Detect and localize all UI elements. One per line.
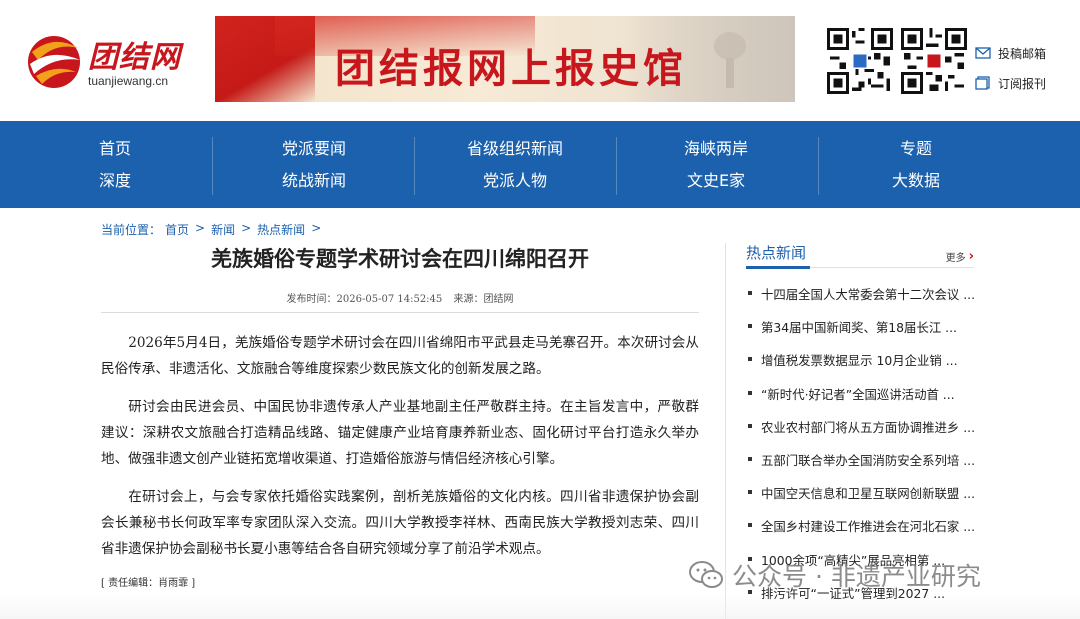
hot-news-item-text: 增值税发票数据显示 10月企业销 ... [761,353,958,369]
nav-item-united-front-news[interactable]: 统战新闻 [254,166,374,196]
site-logo[interactable]: 团结网 tuanjiewang.cn [26,30,196,92]
hot-news-item-text: 中国空天信息和卫星互联网创新联盟 ... [761,486,974,502]
breadcrumb-home[interactable]: 首页 [165,221,189,238]
article-title: 羌族婚俗专题学术研讨会在四川绵阳召开 [211,246,589,271]
bullet-icon [748,324,752,329]
hot-news-item-text: “新时代·好记者”全国巡讲活动首 ... [761,386,955,402]
header-quick-links: 投稿邮箱 订阅报刊 [975,38,1046,98]
breadcrumb-hot-news[interactable]: 热点新闻 [257,221,305,238]
microphone-icon [714,32,746,88]
bottom-fade [0,595,1080,619]
submission-email-link[interactable]: 投稿邮箱 [975,38,1046,68]
hot-news-item-text: 第34届中国新闻奖、第18届长江 ... [761,320,957,336]
nav-item-big-data[interactable]: 大数据 [856,166,976,196]
subscribe-link[interactable]: 订阅报刊 [975,68,1046,98]
wechat-icon [689,561,723,588]
article-divider [101,312,699,313]
hot-news-item[interactable]: 中国空天信息和卫星互联网创新联盟 ... [746,484,974,517]
hot-news-underline [746,266,810,269]
submission-email-label: 投稿邮箱 [998,46,1047,61]
subscribe-label: 订阅报刊 [998,76,1047,91]
nav-item-culture-history[interactable]: 文史E家 [656,166,776,196]
bullet-icon [748,390,752,395]
nav-item-home[interactable]: 首页 [70,134,160,164]
mail-icon [975,47,991,59]
breadcrumb: 当前位置： 首页 > 新闻 > 热点新闻 > [101,221,323,238]
hot-news-item-text: 全国乡村建设工作推进会在河北石家 ... [761,519,974,535]
logo-emblem-icon [28,36,80,88]
article-source: 来源：团结网 [453,294,514,305]
bullet-icon [748,291,752,295]
qr-code-wechat [827,28,893,94]
hot-news-item[interactable]: 十四届全国人大常委会第十二次会议 ... [746,285,974,318]
bullet-icon [748,456,752,461]
hot-news-item[interactable]: 增值税发票数据显示 10月企业销 ... [746,351,974,384]
logo-chinese-name: 团结网 [88,40,181,75]
hot-news-title: 热点新闻 [746,244,807,262]
breadcrumb-separator: > [241,221,252,235]
nav-item-topics[interactable]: 专题 [856,134,976,164]
nav-divider [616,137,617,195]
hot-news-item-text: 五部门联合举办全国消防安全系列培 ... [761,452,974,468]
nav-item-depth[interactable]: 深度 [70,166,160,196]
logo-domain: tuanjiewang.cn [88,74,169,88]
chevron-right-icon: › [968,249,974,264]
breadcrumb-separator: > [195,221,206,235]
bullet-icon [748,490,752,495]
article-body: 2026年5月4日，羌族婚俗专题学术研讨会在四川省绵阳市平武县走马羌寨召开。本次… [101,330,699,562]
hot-news-item[interactable]: 全国乡村建设工作推进会在河北石家 ... [746,517,974,550]
watermark-text: 公众号 · 非遗产业研究 [732,562,981,591]
nav-item-party-news[interactable]: 党派要闻 [254,134,374,164]
nav-item-cross-strait[interactable]: 海峡两岸 [656,134,776,164]
subscribe-icon [975,76,990,90]
history-museum-banner[interactable]: 团结报网上报史馆 [215,16,795,102]
hot-news-header: 热点新闻 更多 › [746,240,974,270]
article-paragraph: 研讨会由民进会员、中国民协非遗传承人产业基地副主任严敬群主持。在主旨发言中，严敬… [101,399,699,467]
nav-item-party-figures[interactable]: 党派人物 [455,166,575,196]
article-paragraph: 2026年5月4日，羌族婚俗专题学术研讨会在四川省绵阳市平武县走马羌寨召开。本次… [101,335,699,377]
hot-news-item-text: 十四届全国人大常委会第十二次会议 ... [761,287,974,302]
main-navigation: 首页 党派要闻 省级组织新闻 海峡两岸 专题 深度 统战新闻 党派人物 文史E家… [0,121,1080,208]
nav-item-provincial-news[interactable]: 省级组织新闻 [455,134,575,164]
nav-divider [212,137,213,195]
hot-news-item[interactable]: 五部门联合举办全国消防安全系列培 ... [746,451,974,484]
breadcrumb-separator: > [311,221,322,235]
bullet-icon [748,357,752,362]
banner-title: 团结报网上报史馆 [335,45,687,92]
site-header: 团结网 tuanjiewang.cn 团结报网上报史馆 投稿邮箱 订阅报刊 [0,0,1080,120]
article: 羌族婚俗专题学术研讨会在四川绵阳召开 发布时间：2026-05-07 14:52… [101,243,699,589]
bullet-icon [748,523,752,528]
nav-divider [818,137,819,195]
qr-code-app [901,28,967,94]
article-paragraph: 在研讨会上，与会专家依托婚俗实践案例，剖析羌族婚俗的文化内核。四川省非遗保护协会… [101,489,699,557]
bullet-icon [748,423,752,428]
hot-news-item[interactable]: 第34届中国新闻奖、第18届长江 ... [746,318,974,351]
wechat-watermark: 公众号 · 非遗产业研究 [688,557,981,593]
hot-news-item[interactable]: 农业农村部门将从五方面协调推进乡 ... [746,418,974,451]
hot-news-item[interactable]: “新时代·好记者”全国巡讲活动首 ... [746,385,974,418]
article-publish-time: 发布时间：2026-05-07 14:52:45 [286,294,443,305]
article-editor: [ 责任编辑：肖雨霏 ] [101,578,196,589]
more-label: 更多 [945,253,966,264]
breadcrumb-prefix: 当前位置： [101,223,162,237]
nav-divider [414,137,415,195]
hot-news-more-link[interactable]: 更多 › [946,249,974,264]
hot-news-item-text: 农业农村部门将从五方面协调推进乡 ... [761,419,974,435]
article-meta: 发布时间：2026-05-07 14:52:45 来源：团结网 [101,290,699,305]
breadcrumb-news[interactable]: 新闻 [211,221,235,238]
